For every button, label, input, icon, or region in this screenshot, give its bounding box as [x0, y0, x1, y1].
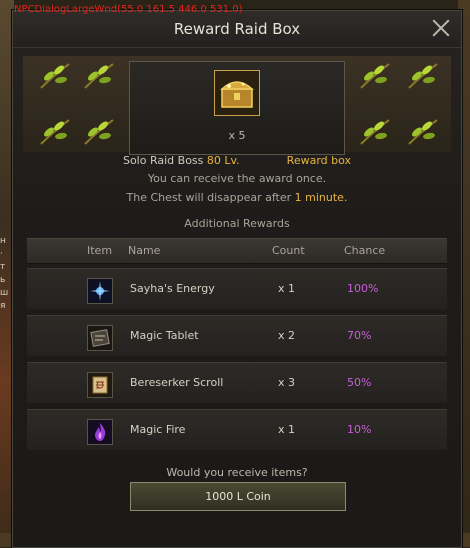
receive-question: Would you receive items?	[166, 466, 308, 479]
item-name: Magic Fire	[130, 423, 186, 436]
rewards-table-header: Item Name Count Chance	[27, 238, 447, 264]
leaf-decoration-icon	[407, 62, 439, 90]
column-item: Item	[87, 244, 113, 257]
energy-icon[interactable]	[87, 278, 113, 304]
fire-icon[interactable]	[87, 419, 113, 445]
additional-rewards-heading: Additional Rewards	[184, 217, 290, 230]
item-chance: 10%	[347, 423, 372, 436]
item-name: Sayha's Energy	[130, 282, 215, 295]
boss-label: Solo Raid Boss	[122, 154, 204, 167]
item-count: x 1	[278, 282, 296, 295]
debug-label: NPCDialogLargeWnd(55.0 161.5 446.0 531.0…	[14, 4, 243, 15]
reward-raid-box-window: Reward Raid Box x 5 Solo Raid Boss 80 Lv…	[12, 10, 462, 548]
scroll-icon[interactable]	[87, 372, 113, 398]
tablet-icon[interactable]	[87, 325, 113, 351]
disappear-prefix: The Chest will disappear after	[126, 191, 292, 204]
column-count: Count	[272, 244, 305, 257]
disappear-time: 1 minute.	[294, 191, 348, 204]
disappear-text: The Chest will disappear after 1 minute.	[13, 191, 461, 204]
item-chance: 100%	[347, 282, 379, 295]
item-chance: 70%	[347, 329, 372, 342]
item-count: x 3	[278, 376, 296, 389]
table-row: Sayha's Energy x 1 100%	[27, 268, 447, 309]
once-text: You can receive the award once.	[147, 172, 327, 185]
item-chance: 50%	[347, 376, 372, 389]
close-icon[interactable]	[431, 18, 451, 38]
leaf-decoration-icon	[39, 62, 71, 90]
leaf-decoration-icon	[83, 62, 115, 90]
leaf-decoration-icon	[359, 62, 391, 90]
table-row: Bereserker Scroll x 3 50%	[27, 362, 447, 403]
title-bar[interactable]: Reward Raid Box	[13, 11, 461, 48]
reward-quantity: x 5	[228, 129, 246, 142]
treasure-chest-icon[interactable]	[214, 70, 260, 116]
item-name: Bereserker Scroll	[130, 376, 224, 389]
item-count: x 1	[278, 423, 296, 436]
table-row: Magic Fire x 1 10%	[27, 409, 447, 450]
window-title: Reward Raid Box	[173, 20, 301, 38]
table-row: Magic Tablet x 2 70%	[27, 315, 447, 356]
item-count: x 2	[278, 329, 296, 342]
column-chance: Chance	[344, 244, 386, 257]
boss-level: 80 Lv.	[206, 154, 240, 167]
column-name: Name	[128, 244, 161, 257]
reward-type: Reward box	[286, 154, 352, 167]
raid-boss-info: Solo Raid Boss 80 Lv. Reward box	[13, 154, 461, 167]
item-name: Magic Tablet	[130, 329, 199, 342]
receive-button[interactable]: 1000 L Coin	[130, 482, 346, 511]
